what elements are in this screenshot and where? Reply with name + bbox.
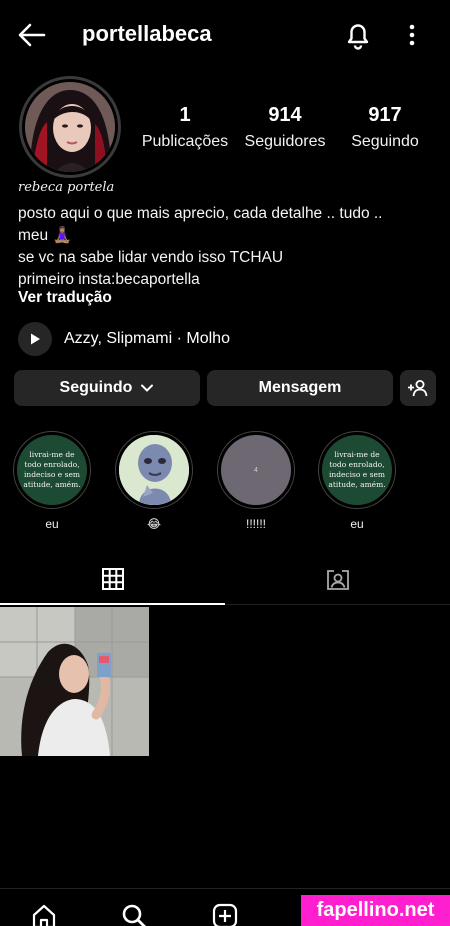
tab-tagged[interactable] — [225, 555, 450, 605]
play-icon — [31, 333, 40, 345]
display-name: rebeca portela — [18, 180, 115, 195]
bell-icon[interactable] — [344, 20, 372, 50]
highlight-label: !!!!!! — [245, 517, 266, 531]
see-translation-link[interactable]: Ver tradução — [18, 289, 112, 307]
back-arrow-icon[interactable] — [16, 20, 48, 50]
baby-character-image — [119, 435, 189, 505]
highlight-cover: livrai-me de todo enrolado, indeciso e s… — [322, 435, 392, 505]
story-highlight[interactable]: 4 !!!!!! — [216, 431, 296, 531]
grid-icon — [101, 568, 124, 590]
bio-line: meu 🧘🏽‍♀️ — [18, 227, 72, 244]
post-thumbnail[interactable] — [0, 607, 149, 756]
followers-count-value: 914 — [268, 104, 302, 126]
highlight-cover: 4 — [221, 435, 291, 505]
search-icon[interactable] — [121, 903, 147, 926]
followers-count-label: Seguidores — [244, 133, 326, 150]
play-button[interactable] — [18, 322, 52, 356]
story-highlight[interactable]: 😂 — [114, 431, 194, 531]
highlight-label: eu — [45, 517, 59, 531]
tab-posts-grid[interactable] — [0, 555, 225, 605]
profile-tabs — [0, 555, 450, 605]
following-button[interactable]: Seguindo — [14, 370, 200, 406]
profile-username: portellabeca — [82, 21, 212, 46]
highlight-label: eu — [350, 517, 364, 531]
following-button-label: Seguindo — [59, 379, 133, 396]
post-photo — [0, 607, 149, 756]
highlight-cover: livrai-me de todo enrolado, indeciso e s… — [17, 435, 87, 505]
top-bar: portellabeca — [0, 0, 450, 70]
posts-count-value: 1 — [179, 104, 191, 126]
followers-count[interactable]: 914 Seguidores — [240, 104, 330, 151]
home-icon[interactable] — [31, 903, 57, 926]
highlight-cover — [119, 435, 189, 505]
following-count-label: Seguindo — [351, 133, 419, 150]
profile-avatar[interactable] — [19, 76, 121, 178]
bio: posto aqui o que mais aprecio, cada deta… — [18, 203, 438, 291]
profile-music[interactable]: Azzy, Slipmami · Molho — [18, 322, 230, 356]
watermark: fapellino.net — [301, 895, 450, 926]
highlight-label: 😂 — [146, 517, 162, 531]
following-count-value: 917 — [368, 104, 402, 126]
chevron-down-icon — [141, 384, 154, 392]
more-options-icon[interactable] — [402, 22, 422, 48]
bio-line: se vc na sabe lidar vendo isso TCHAU — [18, 249, 284, 266]
message-button-label: Mensagem — [258, 379, 342, 396]
story-highlight[interactable]: livrai-me de todo enrolado, indeciso e s… — [317, 431, 397, 531]
music-track-label: Azzy, Slipmami · Molho — [64, 330, 230, 347]
posts-count[interactable]: 1 Publicações — [140, 104, 230, 151]
following-count[interactable]: 917 Seguindo — [340, 104, 430, 151]
message-button[interactable]: Mensagem — [207, 370, 393, 406]
create-post-icon[interactable] — [212, 903, 238, 926]
bio-line: primeiro insta:becaportella — [18, 271, 200, 288]
add-person-icon — [408, 380, 428, 397]
avatar-photo — [25, 82, 115, 172]
story-highlight[interactable]: livrai-me de todo enrolado, indeciso e s… — [12, 431, 92, 531]
suggested-users-button[interactable] — [400, 370, 436, 406]
tagged-person-icon — [326, 569, 349, 590]
posts-count-label: Publicações — [141, 133, 229, 150]
bio-line: posto aqui o que mais aprecio, cada deta… — [18, 205, 383, 222]
